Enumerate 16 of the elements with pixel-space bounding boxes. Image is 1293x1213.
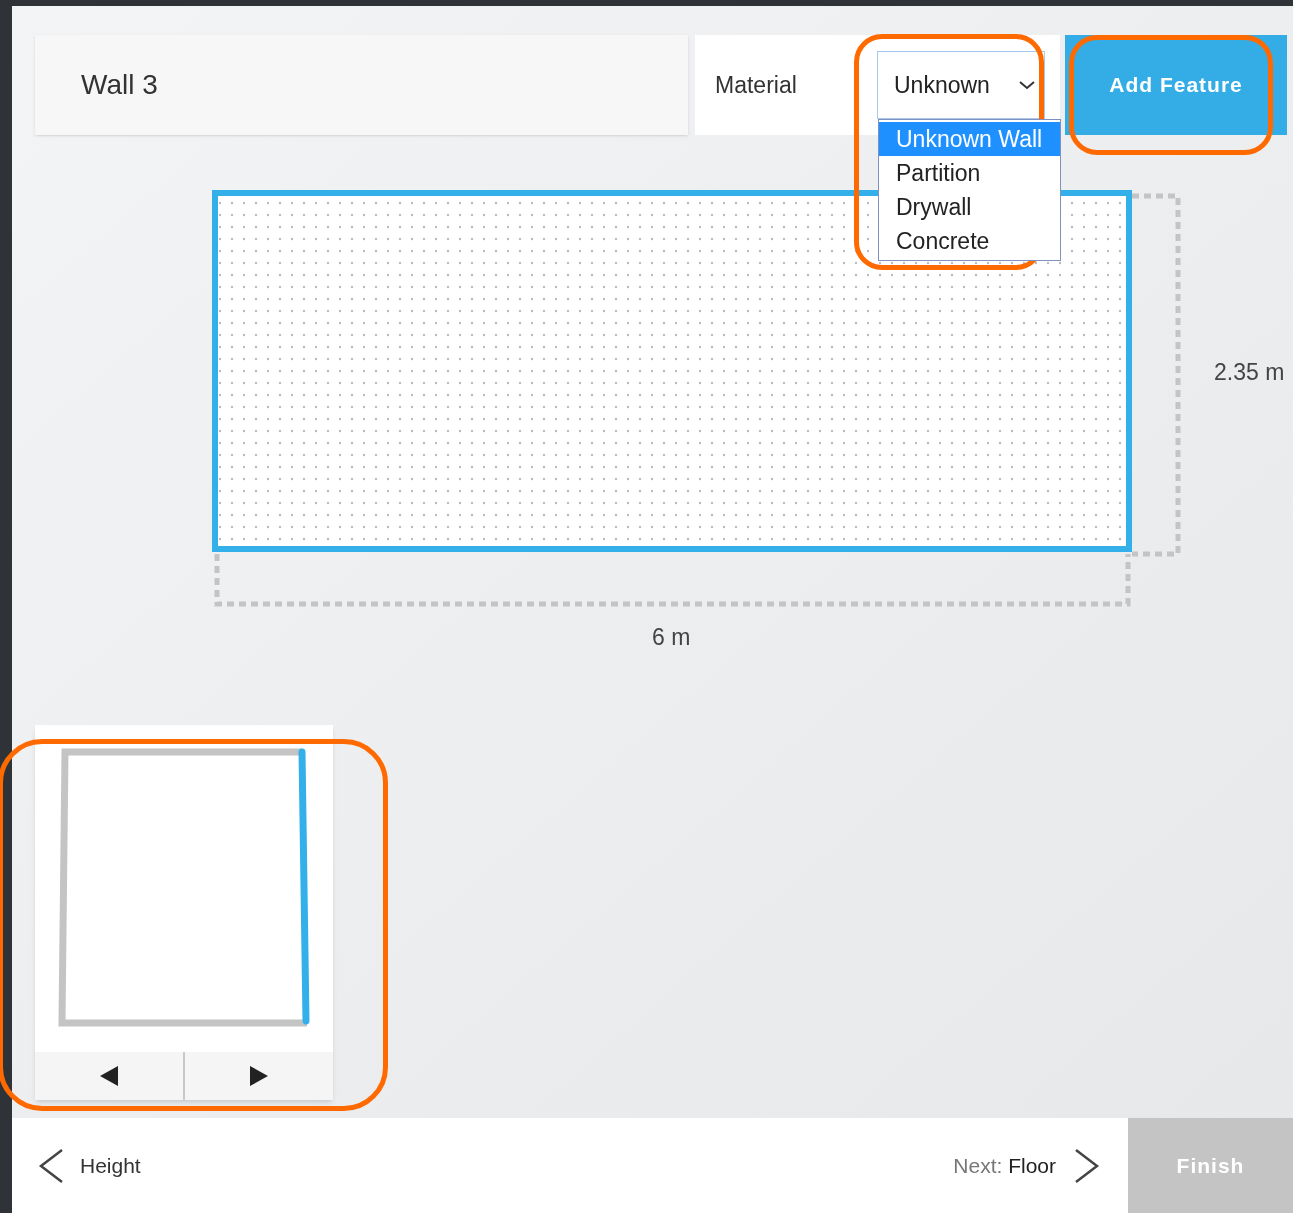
material-option[interactable]: Concrete <box>879 224 1060 258</box>
triangle-right-icon <box>249 1065 269 1087</box>
material-label: Material <box>715 70 798 100</box>
next-step-label: Next: Floor <box>953 1152 1056 1179</box>
chevron-down-icon <box>1018 79 1036 91</box>
material-option[interactable]: Partition <box>879 156 1060 190</box>
chevron-right-icon <box>1074 1147 1100 1184</box>
width-dimension: 6 m <box>652 623 691 652</box>
chevron-left-icon <box>38 1147 64 1184</box>
next-button[interactable]: Next: Floor <box>953 1118 1100 1213</box>
wall-title: Wall 3 <box>81 68 158 102</box>
height-dimension: 2.35 m <box>1214 358 1285 387</box>
material-select[interactable]: Unknown <box>877 51 1045 119</box>
back-button[interactable]: Height <box>38 1118 141 1213</box>
triangle-left-icon <box>99 1065 119 1087</box>
material-option[interactable]: Drywall <box>879 190 1060 224</box>
